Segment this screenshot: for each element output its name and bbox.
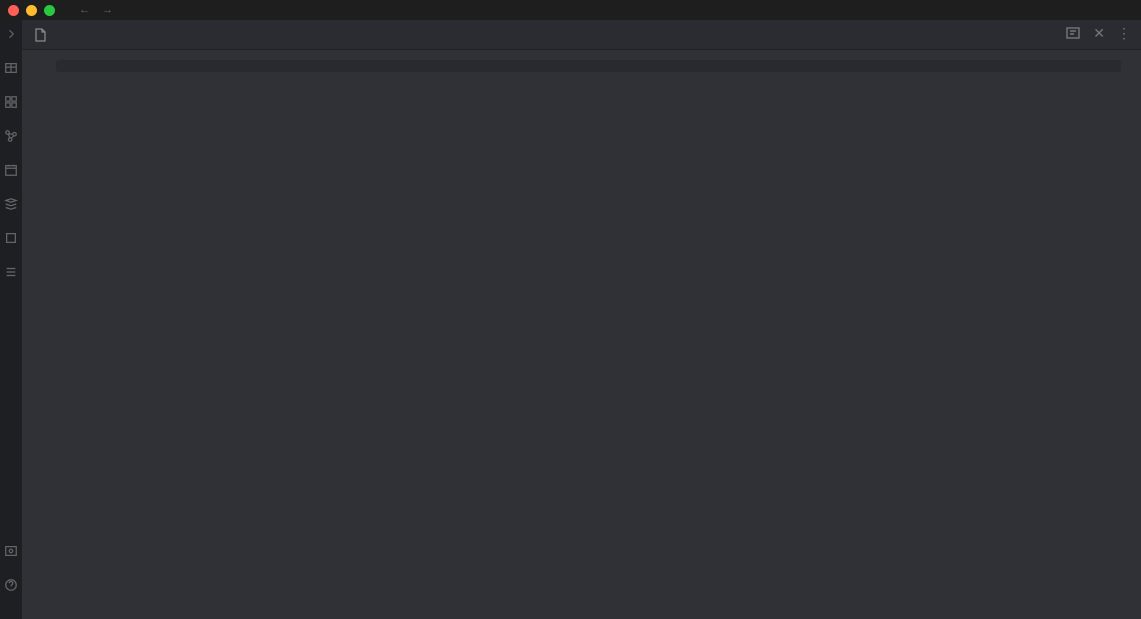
- editor-body[interactable]: [22, 50, 1141, 619]
- maximize-window-button[interactable]: [44, 5, 55, 16]
- stack-icon[interactable]: [3, 196, 19, 212]
- preview-toggle-icon[interactable]: [1065, 25, 1081, 44]
- close-window-button[interactable]: [8, 5, 19, 16]
- calendar-icon[interactable]: [3, 162, 19, 178]
- more-options-icon[interactable]: ⋮: [1117, 25, 1131, 44]
- code-block[interactable]: [56, 60, 1121, 72]
- editor-pane: ✕ ⋮: [22, 20, 1141, 619]
- minimize-window-button[interactable]: [26, 5, 37, 16]
- nav-forward-icon[interactable]: →: [102, 4, 113, 16]
- list-icon[interactable]: [3, 264, 19, 280]
- grid-icon[interactable]: [3, 94, 19, 110]
- help-icon[interactable]: [3, 577, 19, 593]
- file-icon: [32, 27, 48, 43]
- close-pane-icon[interactable]: ✕: [1093, 25, 1105, 44]
- table-icon[interactable]: [3, 60, 19, 76]
- editor-pane-header: ✕ ⋮: [22, 20, 1141, 50]
- box-icon[interactable]: [3, 230, 19, 246]
- nav-back-icon[interactable]: ←: [79, 4, 90, 16]
- expand-sidebar-icon[interactable]: [3, 26, 19, 42]
- titlebar: ← →: [0, 0, 1141, 20]
- graph-icon[interactable]: [3, 128, 19, 144]
- vault-icon[interactable]: [3, 543, 19, 559]
- left-rail: [0, 20, 22, 619]
- traffic-lights: [8, 5, 55, 16]
